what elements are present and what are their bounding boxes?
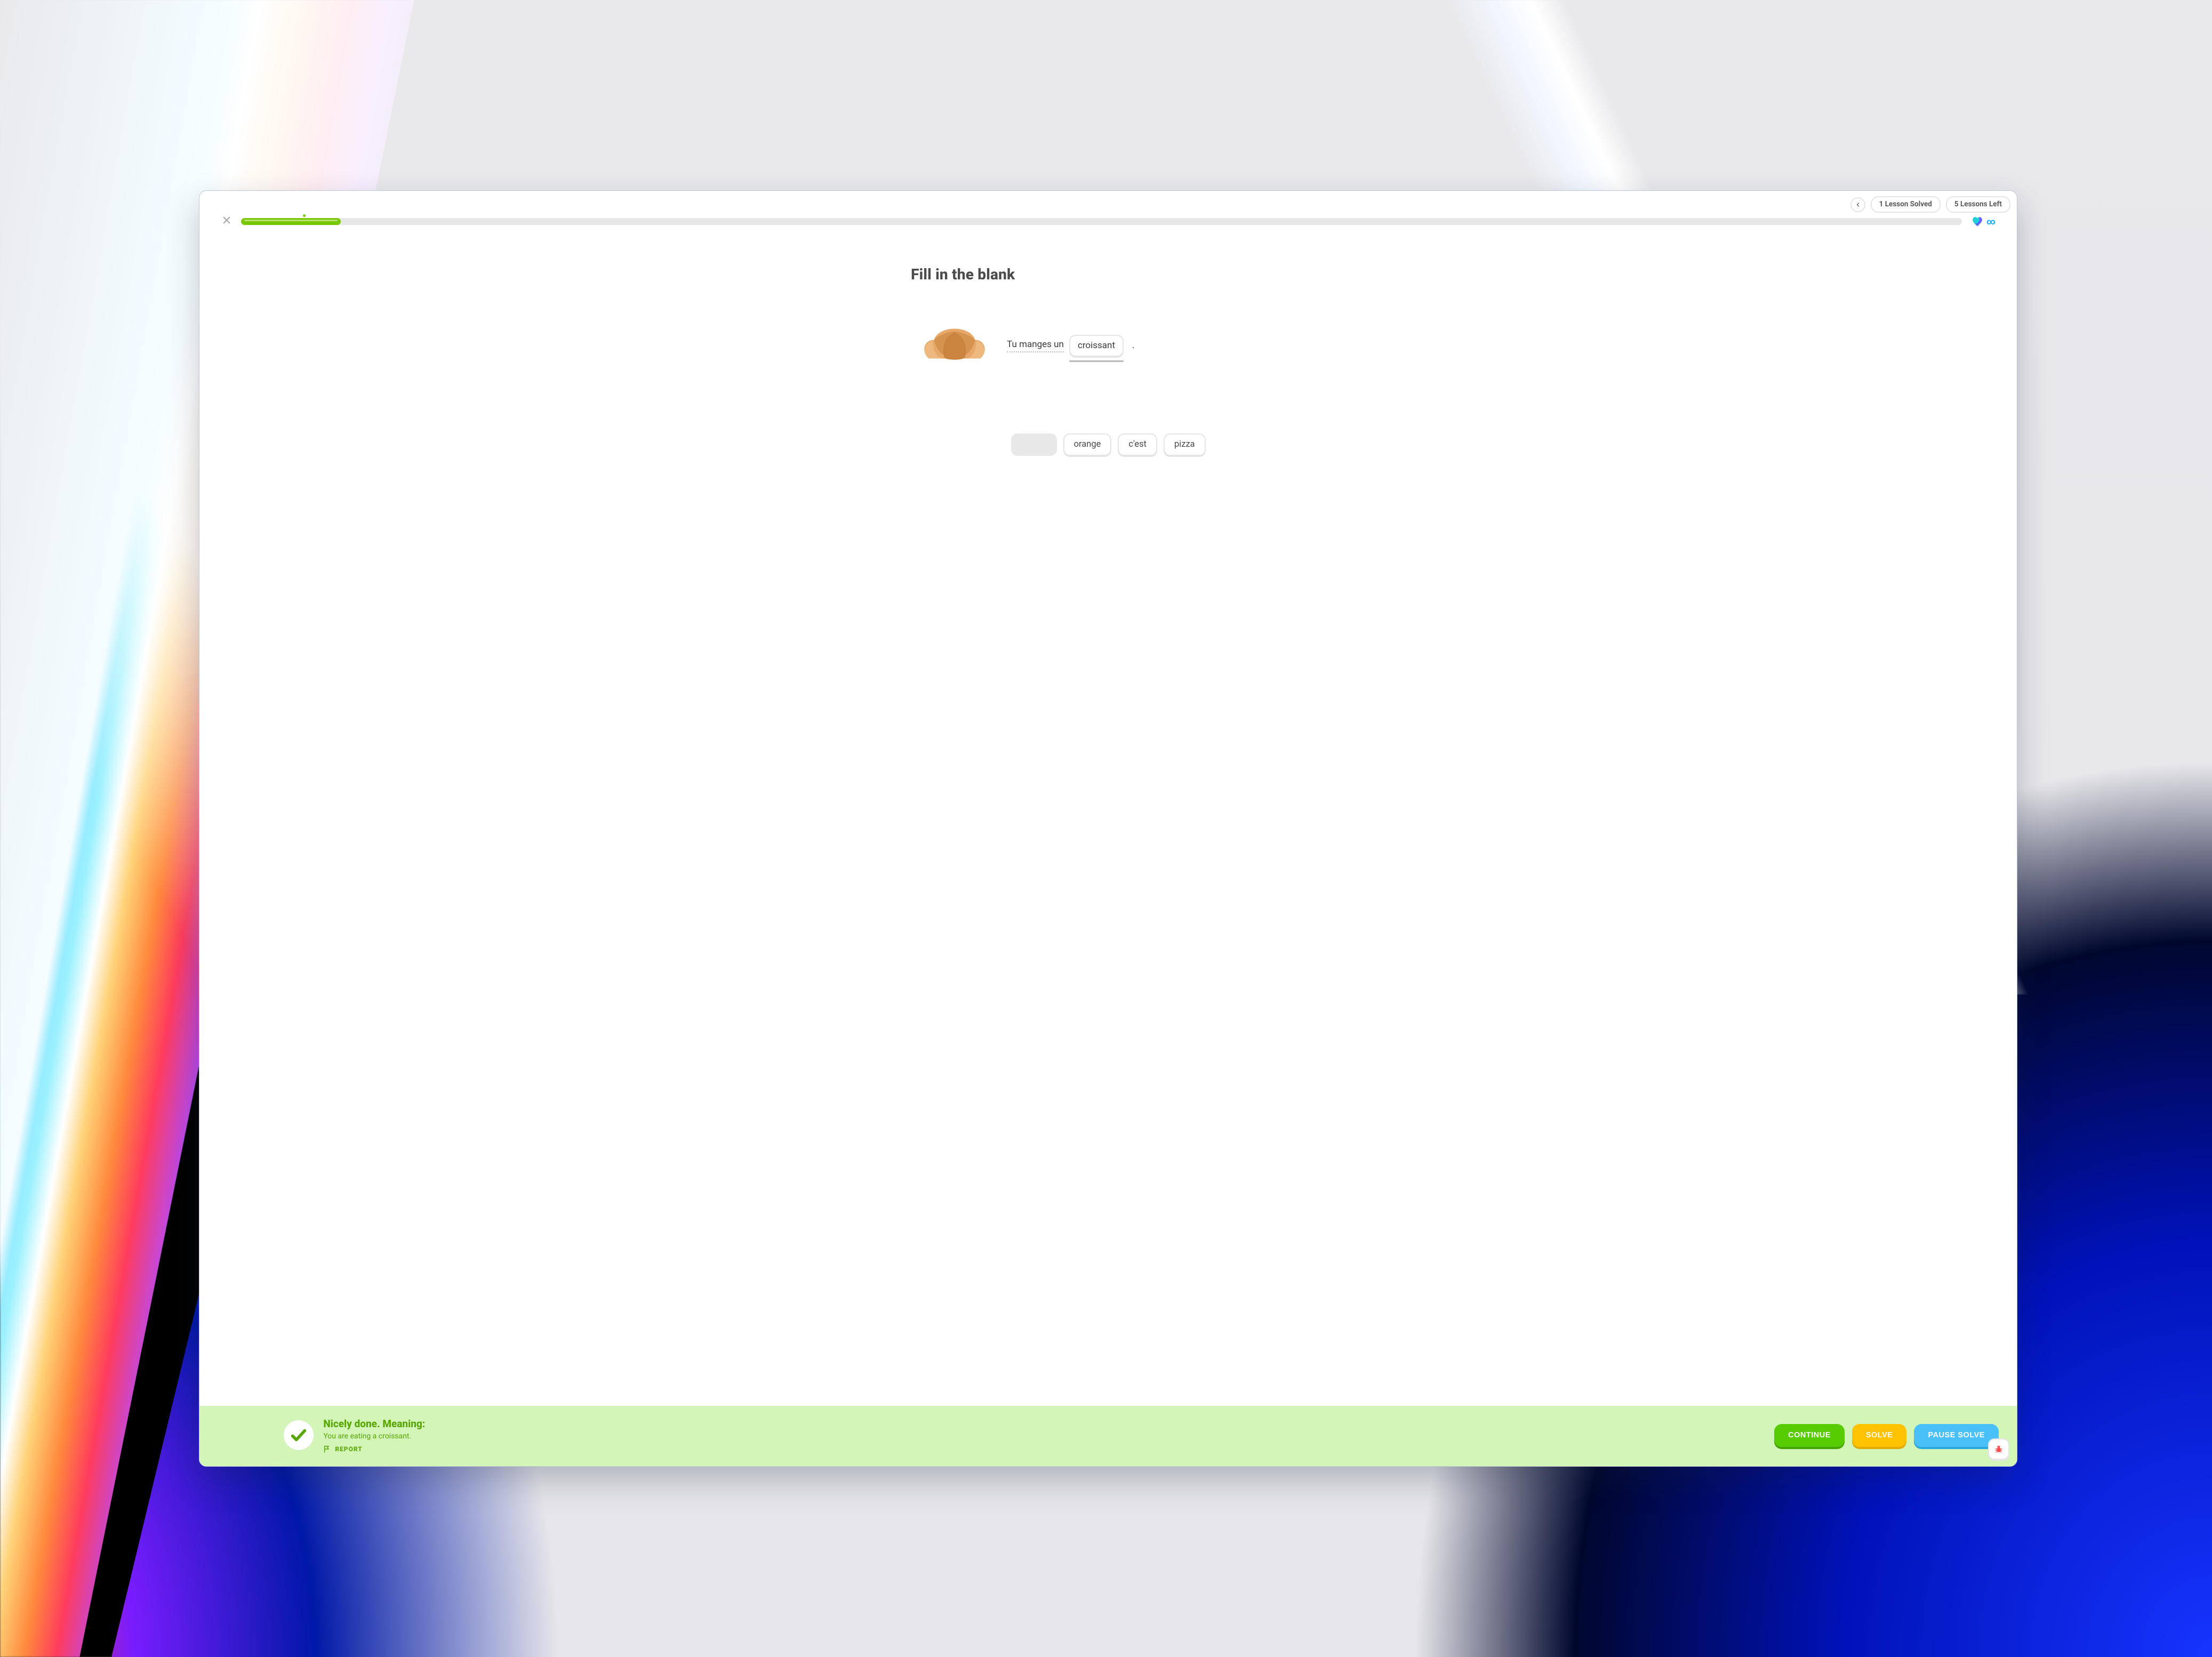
report-label: REPORT: [335, 1445, 363, 1453]
lessons-solved-pill: 1 Lesson Solved: [1871, 196, 1941, 213]
sentence-suffix: .: [1132, 340, 1134, 351]
feedback-title: Nicely done. Meaning:: [323, 1418, 425, 1430]
word-option-3[interactable]: pizza: [1164, 433, 1206, 456]
status-row: 1 Lesson Solved 5 Lessons Left: [1850, 196, 2010, 213]
flag-icon: [323, 1445, 332, 1453]
bug-report-button[interactable]: [1988, 1438, 2009, 1460]
check-icon: [290, 1426, 308, 1444]
lives-indicator: ∞: [1971, 216, 1995, 227]
lesson-main: Fill in the blank Tu manges un croi: [199, 231, 2017, 1466]
app-window: 1 Lesson Solved 5 Lessons Left ∞ Fill in…: [199, 190, 2017, 1466]
pause-solve-button[interactable]: PAUSE SOLVE: [1914, 1424, 1998, 1447]
sentence: Tu manges un croissant .: [1007, 335, 1134, 357]
sentence-area: Tu manges un croissant .: [911, 321, 1305, 369]
chevron-left-icon: [1855, 202, 1861, 208]
feedback-meaning: You are eating a croissant.: [323, 1432, 425, 1441]
solve-button[interactable]: SOLVE: [1852, 1424, 1907, 1447]
croissant-image: [917, 321, 992, 369]
question-title: Fill in the blank: [911, 266, 1305, 283]
filled-blank[interactable]: croissant: [1069, 335, 1124, 357]
correct-badge: [284, 1420, 314, 1450]
word-option-1[interactable]: orange: [1063, 433, 1112, 456]
word-options: orange c'est pizza: [911, 433, 1305, 456]
infinity-icon: ∞: [1986, 216, 1995, 227]
report-button[interactable]: REPORT: [323, 1445, 425, 1453]
close-lesson-button[interactable]: [222, 215, 231, 227]
feedback-footer: Nicely done. Meaning: You are eating a c…: [199, 1406, 2017, 1466]
sentence-prefix: Tu manges un: [1007, 339, 1064, 352]
word-option-2[interactable]: c'est: [1118, 433, 1157, 456]
bug-icon: [1994, 1444, 2003, 1454]
continue-button[interactable]: CONTINUE: [1774, 1424, 1845, 1447]
lesson-header: ∞: [199, 191, 2017, 231]
feedback-text: Nicely done. Meaning: You are eating a c…: [323, 1418, 425, 1453]
question-area: Fill in the blank Tu manges un croi: [911, 231, 1305, 456]
close-icon: [222, 215, 231, 225]
lessons-left-pill: 5 Lessons Left: [1946, 196, 2010, 213]
filled-blank-text: croissant: [1078, 340, 1115, 351]
heart-icon: [1971, 216, 1983, 227]
back-button[interactable]: [1850, 197, 1865, 212]
word-option-0: [1011, 433, 1057, 456]
progress-bar: [241, 218, 1962, 225]
